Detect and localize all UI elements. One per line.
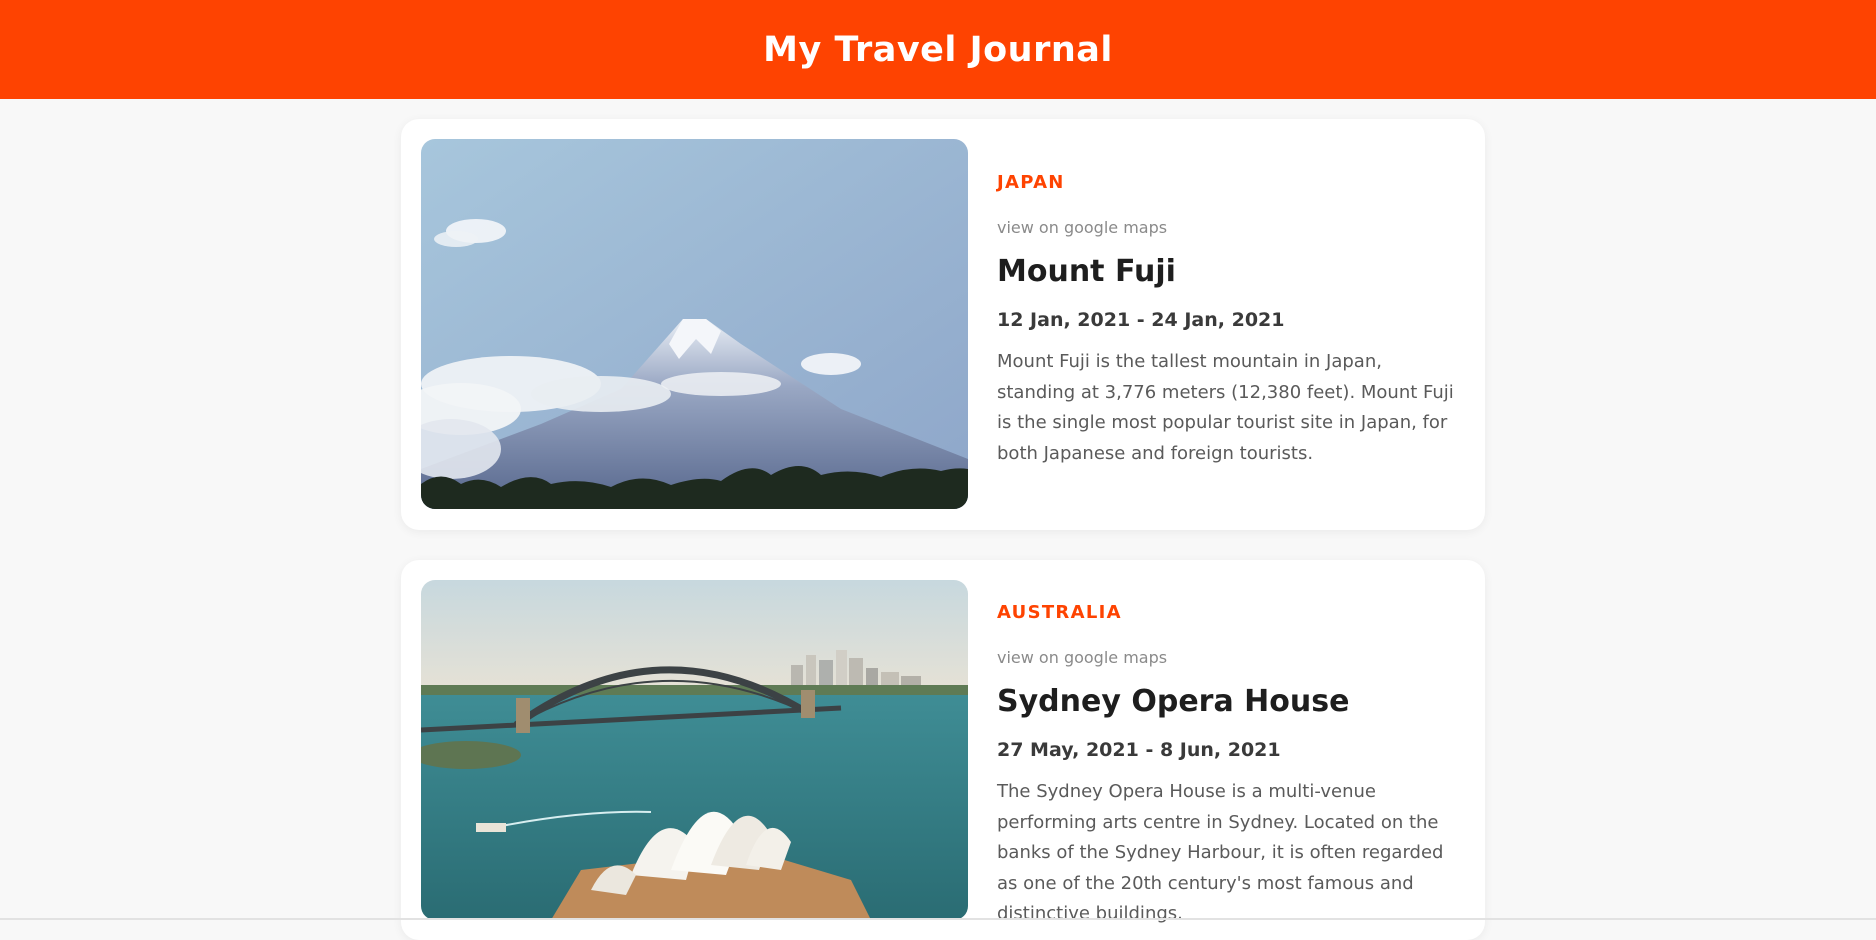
entry-info: JAPAN view on google maps Mount Fuji 12 … (997, 172, 1457, 469)
entry-info: AUSTRALIA view on google maps Sydney Ope… (997, 602, 1457, 930)
entry-description: Mount Fuji is the tallest mountain in Ja… (997, 351, 1454, 464)
entry-dates: 27 May, 2021 - 8 Jun, 2021 (997, 739, 1281, 761)
journal-entry-card: JAPAN view on google maps Mount Fuji 12 … (401, 119, 1485, 530)
page-title: My Travel Journal (763, 29, 1113, 70)
entry-photo (421, 139, 968, 509)
entry-title: Mount Fuji (997, 254, 1176, 289)
mount-fuji-photo (421, 139, 968, 509)
view-on-google-maps-link[interactable]: view on google maps (997, 218, 1457, 237)
journal-entry-card: AUSTRALIA view on google maps Sydney Ope… (401, 560, 1485, 940)
entry-title: Sydney Opera House (997, 684, 1350, 719)
entry-photo (421, 580, 968, 920)
entry-description: The Sydney Opera House is a multi-venue … (997, 781, 1444, 924)
sydney-opera-house-photo (421, 580, 968, 920)
view-on-google-maps-link[interactable]: view on google maps (997, 648, 1457, 667)
entry-country: JAPAN (997, 172, 1065, 193)
entry-dates: 12 Jan, 2021 - 24 Jan, 2021 (997, 309, 1285, 331)
entry-country: AUSTRALIA (997, 602, 1122, 623)
app-header: My Travel Journal (0, 0, 1876, 99)
